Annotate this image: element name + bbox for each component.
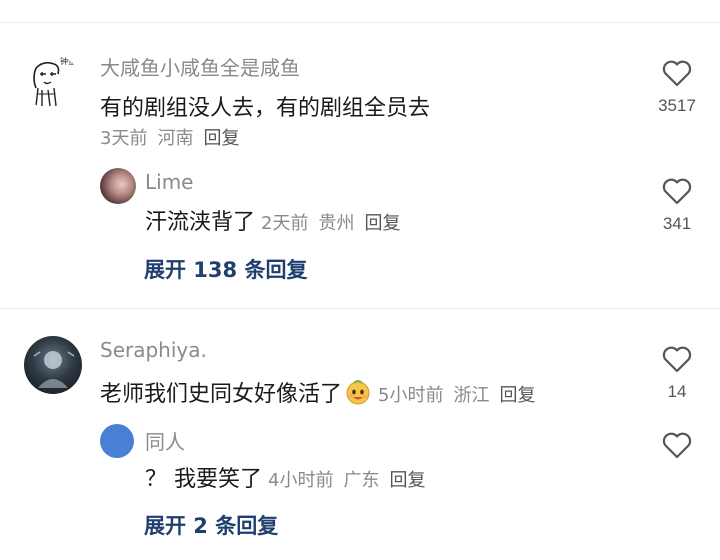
top-divider xyxy=(0,22,720,23)
like-count: 3517 xyxy=(658,96,696,115)
heart-outline-icon xyxy=(662,346,692,373)
like-button[interactable]: 3517 xyxy=(647,58,707,116)
comment-time: 5小时前 xyxy=(378,385,444,406)
comment-location: 河南 xyxy=(157,128,194,149)
reply-reply-button[interactable]: 回复 xyxy=(389,470,425,491)
comment-location: 浙江 xyxy=(453,385,490,406)
reply-username[interactable]: 同人 xyxy=(145,426,185,455)
comment-username[interactable]: Seraphiya. xyxy=(100,338,207,362)
expand-replies-link[interactable]: 展开 2 条回复 xyxy=(144,510,278,540)
reply-like-button[interactable] xyxy=(647,430,707,460)
comment-time: 3天前 xyxy=(100,128,148,149)
avatar-seraphiya[interactable] xyxy=(24,336,82,394)
comment-text: 有的剧组没人去，有的剧组全员去 xyxy=(100,96,431,121)
avatar-portrait-icon xyxy=(33,351,75,388)
heart-outline-icon xyxy=(662,178,692,205)
reply-meta: 4小时前 广东 回复 xyxy=(268,470,435,491)
comment-username[interactable]: 大咸鱼小咸鱼全是咸鱼 xyxy=(100,52,300,81)
reply-text-content: ？ 我要笑了 xyxy=(145,467,262,492)
reply-time: 4小时前 xyxy=(268,470,334,491)
reply-location: 贵州 xyxy=(318,213,355,234)
comment-text: 老师我们史同女好像活了 5小时前 浙江 回复 xyxy=(100,376,545,408)
like-button[interactable]: 14 xyxy=(647,344,707,402)
reply-like-button[interactable]: 341 xyxy=(647,176,707,234)
heart-outline-icon xyxy=(662,60,692,87)
comment-meta: 5小时前 浙江 回复 xyxy=(378,385,545,406)
reply-button[interactable]: 回复 xyxy=(499,385,535,406)
reply-reply-button[interactable]: 回复 xyxy=(364,213,400,234)
reply-meta: 2天前 贵州 回复 xyxy=(261,213,410,234)
like-count: 14 xyxy=(667,382,687,401)
smiling-face-emoji-icon xyxy=(346,380,370,405)
reply-time: 2天前 xyxy=(261,213,309,234)
reply-button[interactable]: 回复 xyxy=(203,128,239,149)
comment-text-content: 老师我们史同女好像活了 xyxy=(100,382,343,407)
reply-text: 汗流浃背了 2天前 贵州 回复 xyxy=(145,204,410,236)
avatar-tongren[interactable] xyxy=(100,424,134,458)
reply-location: 广东 xyxy=(343,470,380,491)
avatar-lime[interactable] xyxy=(100,168,136,204)
thread-divider xyxy=(0,308,720,309)
reply-text-content: 汗流浃背了 xyxy=(145,210,256,235)
reply-text: ？ 我要笑了 4小时前 广东 回复 xyxy=(145,461,435,493)
reply-like-count: 341 xyxy=(662,214,692,233)
reply-username[interactable]: Lime xyxy=(145,170,194,194)
heart-outline-icon xyxy=(662,432,692,459)
expand-replies-link[interactable]: 展开 138 条回复 xyxy=(144,254,307,284)
comment-meta: 3天前 河南 回复 xyxy=(100,124,249,150)
avatar-caption: 钟企 xyxy=(60,57,76,66)
avatar-doodle[interactable]: 钟企 xyxy=(24,54,80,110)
